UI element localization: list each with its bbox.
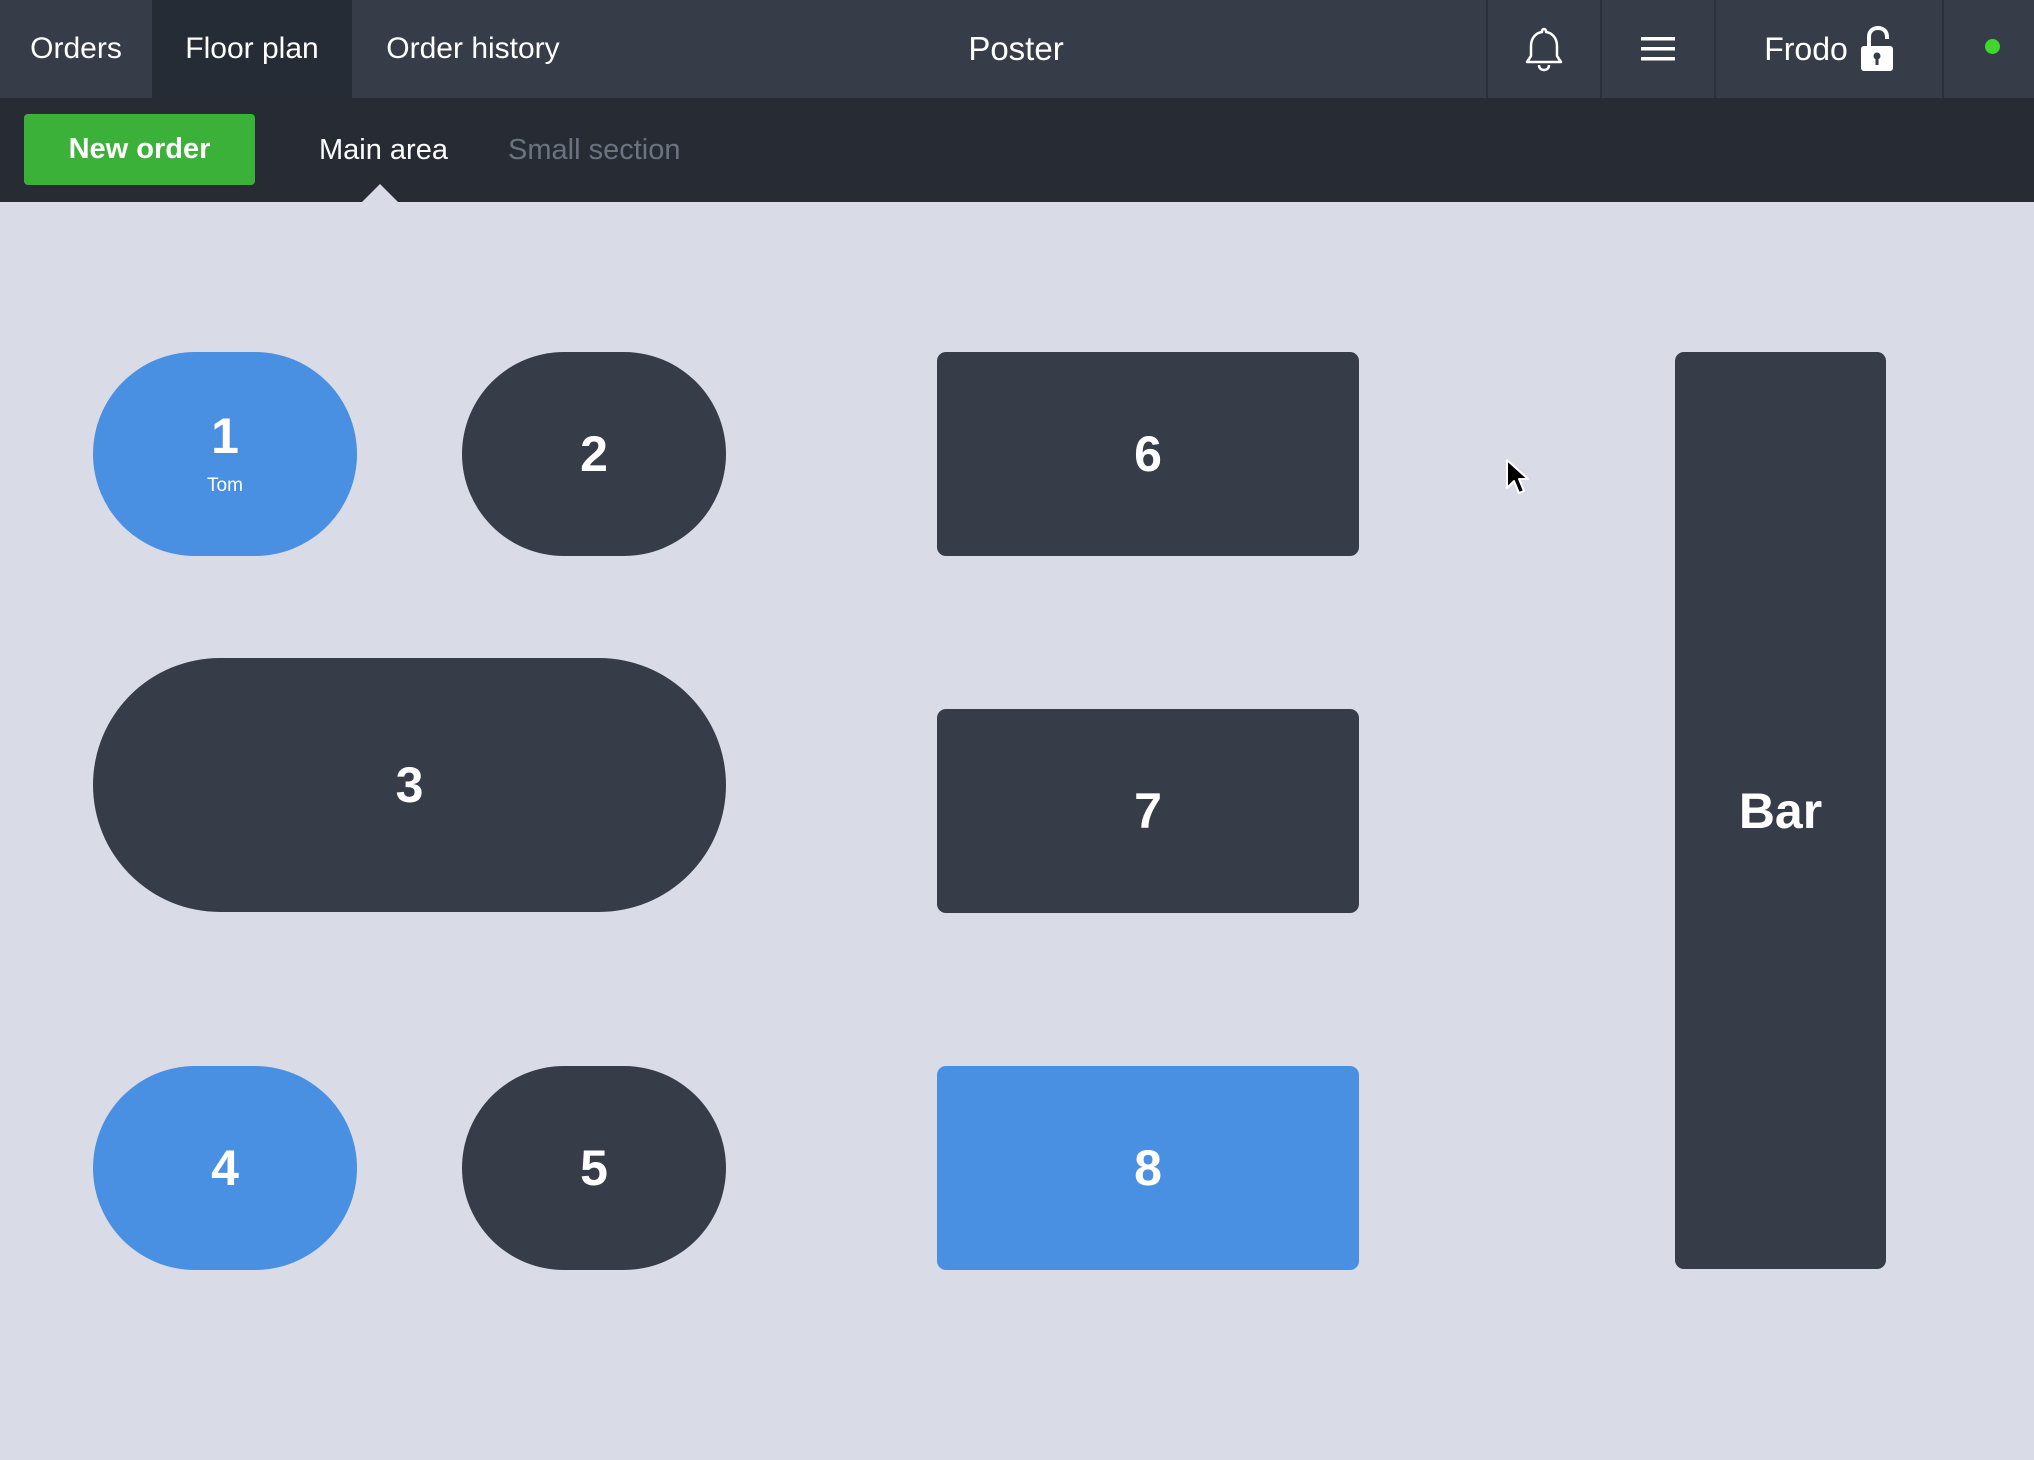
table-2[interactable]: 2: [462, 352, 726, 556]
table-number: Bar: [1738, 782, 1823, 839]
table-number: 8: [1134, 1140, 1162, 1196]
table-5[interactable]: 5: [462, 1066, 726, 1270]
table-number: 1: [211, 408, 239, 464]
table-number: 7: [1134, 783, 1162, 839]
table-3[interactable]: 3: [93, 658, 726, 912]
table-number: 6: [1134, 426, 1162, 482]
tab-orders-label: Orders: [30, 32, 122, 65]
tab-floor-plan[interactable]: Floor plan: [152, 0, 352, 98]
notifications-button[interactable]: [1488, 0, 1600, 98]
menu-icon: [1641, 37, 1675, 61]
table-1[interactable]: 1 Tom: [93, 352, 357, 556]
tab-order-history[interactable]: Order history: [352, 0, 594, 98]
mouse-pointer-icon: [1506, 459, 1529, 494]
table-number: 5: [580, 1140, 608, 1196]
app-title: Poster: [968, 30, 1064, 67]
tab-order-history-label: Order history: [386, 32, 560, 65]
unlocked-padlock-icon: [1860, 26, 1893, 71]
new-order-button[interactable]: New order: [24, 114, 255, 185]
section-small-section[interactable]: Small section: [508, 98, 680, 202]
active-section-indicator: [362, 184, 398, 202]
table-4[interactable]: 4: [93, 1066, 357, 1270]
user-lock-button[interactable]: Frodo: [1716, 0, 1942, 98]
table-number: 4: [211, 1140, 239, 1196]
menu-button[interactable]: [1602, 0, 1714, 98]
section-bar: New order Main area Small section: [0, 98, 2034, 202]
table-6[interactable]: 6: [937, 352, 1359, 556]
table-8[interactable]: 8: [937, 1066, 1359, 1270]
divider: [1942, 0, 1944, 98]
online-status-dot: [1985, 39, 2000, 54]
table-7[interactable]: 7: [937, 709, 1359, 913]
tab-floor-plan-label: Floor plan: [185, 32, 319, 65]
section-small-section-label: Small section: [508, 133, 681, 166]
table-number: 2: [580, 426, 608, 482]
table-bar[interactable]: Bar: [1675, 352, 1886, 1269]
user-name: Frodo: [1764, 30, 1848, 67]
section-main-area-label: Main area: [319, 133, 448, 166]
bell-icon: [1525, 27, 1563, 72]
table-number: 3: [395, 757, 424, 813]
table-guest-name: Tom: [207, 475, 243, 496]
tab-orders[interactable]: Orders: [0, 0, 152, 98]
top-bar: Orders Floor plan Order history Poster F…: [0, 0, 2034, 98]
